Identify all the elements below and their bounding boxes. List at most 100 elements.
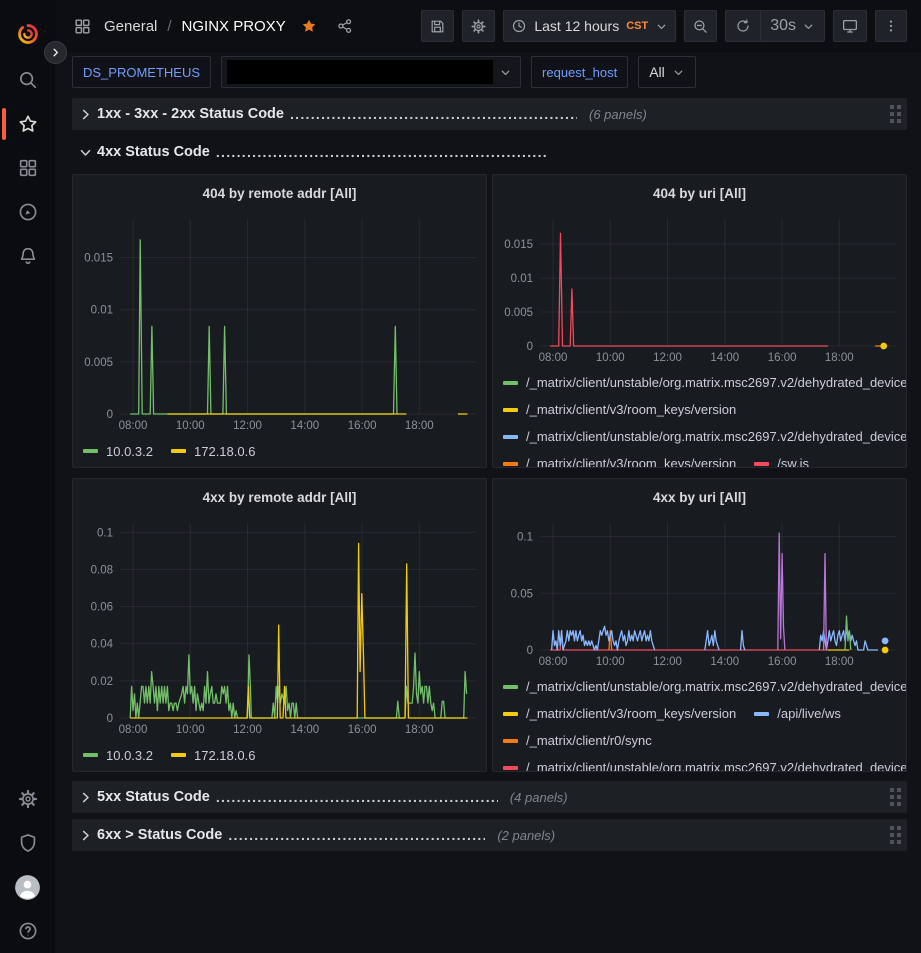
row-5xx-status-code[interactable]: 5xx Status Code ........................…	[72, 781, 907, 813]
sidebar-item-help[interactable]	[0, 909, 55, 953]
row-4xx-status-code[interactable]: 4xx Status Code ........................…	[72, 136, 907, 168]
legend-item[interactable]: /_matrix/client/v3/room_keys/version	[503, 396, 736, 423]
variable-datasource-label[interactable]: DS_PROMETHEUS	[72, 56, 211, 88]
zoom-out-time-button[interactable]	[684, 10, 717, 42]
sidebar-item-alerting[interactable]	[0, 234, 55, 278]
row-title-leader-dots: ........................................…	[216, 789, 498, 805]
svg-text:16:00: 16:00	[768, 352, 797, 364]
monitor-icon	[841, 17, 859, 35]
panel-4xx-by-uri: 4xx by uri [All] 00.050.108:0010:0012:00…	[492, 478, 907, 772]
legend-item[interactable]: /_matrix/client/unstable/org.matrix.msc2…	[503, 673, 906, 700]
legend-item[interactable]: 10.0.3.2	[83, 438, 153, 465]
grafana-app: General / NGINX PROXY	[0, 0, 921, 953]
svg-text:08:00: 08:00	[539, 352, 568, 364]
svg-text:18:00: 18:00	[405, 724, 434, 736]
sidebar-item-explore[interactable]	[0, 190, 55, 234]
legend-item[interactable]: /sw.js	[754, 450, 809, 467]
breadcrumb-folder[interactable]: General	[104, 18, 157, 35]
gear-icon	[470, 18, 487, 35]
legend-item[interactable]: 172.18.0.6	[171, 742, 255, 769]
series-color-swatch	[503, 408, 518, 412]
unstar-dashboard-button[interactable]	[300, 17, 318, 35]
variable-request-host-select[interactable]: All	[638, 56, 696, 88]
legend-item[interactable]: /_matrix/client/unstable/org.matrix.msc2…	[503, 369, 906, 396]
legend-item[interactable]: /api/live/ws	[754, 700, 841, 727]
dashboard-settings-button[interactable]	[462, 10, 495, 42]
legend-item[interactable]: /_matrix/client/unstable/org.matrix.msc2…	[503, 754, 906, 771]
cycle-view-mode-button[interactable]	[833, 10, 867, 42]
time-series-chart[interactable]: 00.0050.010.01508:0010:0012:0014:0016:00…	[493, 211, 906, 367]
panel-title[interactable]: 4xx by uri [All]	[493, 479, 906, 515]
svg-text:0.1: 0.1	[517, 532, 533, 544]
chevron-right-icon	[50, 47, 61, 58]
chevron-right-icon	[78, 107, 93, 122]
svg-text:08:00: 08:00	[539, 656, 568, 668]
row-drag-handle[interactable]	[890, 105, 901, 123]
share-dashboard-button[interactable]	[336, 17, 354, 35]
sidebar-spacer	[0, 278, 55, 777]
panel-grid: 404 by remote addr [All] 00.0050.010.015…	[72, 174, 907, 772]
sidebar-item-server-admin[interactable]	[0, 821, 55, 865]
star-filled-icon	[300, 17, 318, 35]
row-title: 6xx > Status Code	[97, 827, 222, 843]
legend-item[interactable]: /_matrix/client/unstable/org.matrix.msc2…	[503, 423, 906, 450]
time-series-chart[interactable]: 00.020.040.060.080.108:0010:0012:0014:00…	[73, 515, 486, 739]
svg-text:0.01: 0.01	[91, 305, 113, 317]
grafana-logo-icon	[15, 21, 41, 47]
series-label: /_matrix/client/unstable/org.matrix.msc2…	[526, 760, 906, 771]
row-6xx-status-code[interactable]: 6xx > Status Code ......................…	[72, 819, 907, 851]
legend-item[interactable]: /_matrix/client/r0/sync	[503, 727, 652, 754]
row-title-leader-dots: ........................................…	[290, 106, 577, 122]
panel-404-by-uri: 404 by uri [All] 00.0050.010.01508:0010:…	[492, 174, 907, 468]
legend-item[interactable]: 172.18.0.6	[171, 438, 255, 465]
svg-text:0.06: 0.06	[91, 602, 113, 614]
series-label: /api/live/ws	[777, 706, 841, 721]
series-label: /_matrix/client/unstable/org.matrix.msc2…	[526, 375, 906, 390]
variable-datasource-select[interactable]	[221, 56, 521, 88]
share-icon	[336, 17, 354, 35]
legend-item[interactable]: 10.0.3.2	[83, 742, 153, 769]
chart-legend: 10.0.3.2 172.18.0.6	[73, 435, 486, 465]
series-label: /_matrix/client/v3/room_keys/version	[526, 456, 736, 467]
series-label: /_matrix/client/r0/sync	[526, 733, 652, 748]
apps-grid-icon	[73, 17, 92, 36]
time-series-chart[interactable]: 00.0050.010.01508:0010:0012:0014:0016:00…	[73, 211, 486, 435]
sidebar-item-starred[interactable]	[0, 102, 55, 146]
series-color-swatch	[503, 766, 518, 770]
series-label: /_matrix/client/v3/room_keys/version	[526, 706, 736, 721]
save-dashboard-button[interactable]	[421, 10, 454, 42]
variable-request-host-label[interactable]: request_host	[531, 56, 628, 88]
shield-icon	[17, 832, 39, 854]
svg-text:0: 0	[107, 409, 113, 421]
time-series-chart[interactable]: 00.050.108:0010:0012:0014:0016:0018:00	[493, 515, 906, 671]
zoom-out-icon	[692, 18, 709, 35]
refresh-interval-picker[interactable]: 30s	[760, 11, 824, 41]
sidebar-item-user-profile[interactable]	[0, 865, 55, 909]
row-1xx-3xx-2xx-status-code[interactable]: 1xx - 3xx - 2xx Status Code ............…	[72, 98, 907, 130]
row-title: 5xx Status Code	[97, 789, 210, 805]
series-color-swatch	[171, 449, 186, 453]
svg-text:0.005: 0.005	[504, 307, 533, 319]
time-range-picker[interactable]: Last 12 hours CST	[503, 10, 676, 42]
bell-icon	[17, 245, 39, 267]
svg-text:0.005: 0.005	[84, 357, 113, 369]
clock-icon	[511, 18, 527, 34]
legend-item[interactable]: /_matrix/client/v3/room_keys/version	[503, 700, 736, 727]
refresh-dashboard-button[interactable]	[726, 11, 760, 41]
panel-title[interactable]: 404 by remote addr [All]	[73, 175, 486, 211]
breadcrumb-dashboard-title[interactable]: NGINX PROXY	[182, 18, 286, 35]
sidebar-item-configuration[interactable]	[0, 777, 55, 821]
dashboard-canvas: 1xx - 3xx - 2xx Status Code ............…	[55, 92, 921, 953]
legend-item[interactable]: /_matrix/client/v3/room_keys/version	[503, 450, 736, 467]
panel-404-by-remote-addr: 404 by remote addr [All] 00.0050.010.015…	[72, 174, 487, 468]
row-drag-handle[interactable]	[890, 826, 901, 844]
panel-title[interactable]: 404 by uri [All]	[493, 175, 906, 211]
series-label: /_matrix/client/unstable/org.matrix.msc2…	[526, 679, 906, 694]
sidebar-item-search[interactable]	[0, 58, 55, 102]
panel-title[interactable]: 4xx by remote addr [All]	[73, 479, 486, 515]
row-drag-handle[interactable]	[890, 788, 901, 806]
sidebar	[0, 0, 55, 953]
more-options-button[interactable]	[875, 10, 907, 42]
sidebar-item-dashboards[interactable]	[0, 146, 55, 190]
sidebar-expand-button[interactable]	[44, 41, 67, 64]
